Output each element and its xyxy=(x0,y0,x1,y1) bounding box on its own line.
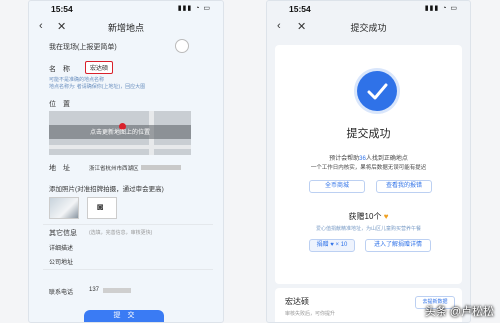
place-name: 宏达硕 xyxy=(285,297,309,306)
status-time: 15:54 xyxy=(51,4,73,14)
status-bar: 15:54 ▮▮▮ ◔ ▭ xyxy=(267,1,470,16)
divider xyxy=(43,224,213,225)
watermark: 头条 @卢松松 xyxy=(424,306,494,318)
signal-icons: ▮▮▮ ◔ ▭ xyxy=(424,5,458,12)
desc-text: 预计会帮助 xyxy=(329,156,360,162)
photo-label: 添加照片(对准招牌拍摄，通过审会更高) xyxy=(49,186,164,193)
desc-text: 人找到正确地点 xyxy=(365,156,408,162)
name-value[interactable]: 宏达硕 xyxy=(85,61,114,74)
add-photo-button[interactable]: ◙ xyxy=(87,197,117,219)
left-phone-screen: 15:54 ▮▮▮ ◔ ▭ ‹ ✕ 新增地点 我在现场(上报更简单) 名 称 宏… xyxy=(28,0,224,323)
location-label: 位 置 xyxy=(49,101,70,108)
other-info-hint: (选填，完善信息，审核更快) xyxy=(89,230,153,236)
hint-line-2: 地点名称为: 者请确保你(上地址)，回应大图 xyxy=(49,84,146,90)
right-phone-screen: 15:54 ▮▮▮ ◔ ▭ ‹ ✕ 提交成功 提交成功 预计会帮助36人找到正确… xyxy=(266,0,471,323)
owner-toggle[interactable] xyxy=(175,39,189,53)
contact-label: 联系电话 xyxy=(49,290,74,296)
other-info-label: 其它信息 xyxy=(49,230,77,237)
reward-note: 爱心值捐献精准地址，为山区儿童购买营养午餐 xyxy=(315,226,421,232)
success-card: 提交成功 预计会帮助36人找到正确地点 一个工作日内核实，果将后数据无误可能有提… xyxy=(275,45,462,284)
contact-value[interactable]: 137 xyxy=(89,287,99,293)
detail-label: 详细描述 xyxy=(49,246,74,252)
map-overlay-text: 点击更新地图上的位置 xyxy=(89,130,150,136)
address-redacted xyxy=(141,165,181,170)
camera-icon: ◙ xyxy=(97,202,104,213)
page-title: 提交成功 xyxy=(350,23,387,33)
result-title: 提交成功 xyxy=(346,128,391,140)
my-reports-button[interactable]: 查看我的报错 xyxy=(376,180,432,193)
desc-line-1: 预计会帮助36人找到正确地点 xyxy=(275,153,462,162)
help-count: 36 xyxy=(359,156,366,162)
location-map[interactable]: 点击更新地图上的位置 xyxy=(49,111,191,155)
contact-redacted xyxy=(103,288,131,293)
owner-label: 我在现场(上报更简单) xyxy=(49,44,117,51)
reward-line: 获赠10个 ♥ xyxy=(275,211,462,222)
photo-thumbnail[interactable] xyxy=(49,197,79,219)
address-value[interactable]: 浙江省杭州市西湖区 xyxy=(89,164,139,172)
donation-detail-button[interactable]: 进入了解捐赠详情 xyxy=(365,239,431,252)
status-time: 15:54 xyxy=(289,4,311,14)
company-label: 公司地址 xyxy=(49,260,74,266)
nav-bar: ‹ ✕ 提交成功 xyxy=(267,17,470,39)
place-subtitle: 审核失败后，可你提升 xyxy=(285,311,336,317)
status-bar: 15:54 ▮▮▮ ◔ ▭ xyxy=(29,1,223,16)
nav-bar: ‹ ✕ 新增地点 xyxy=(29,17,223,39)
signal-icons: ▮▮▮ ◔ ▭ xyxy=(177,5,211,12)
success-check-icon xyxy=(357,71,397,111)
divider xyxy=(43,269,213,270)
desc-line-2: 一个工作日内核实，果将后数据无误可能有提迟 xyxy=(310,165,427,171)
heart-icon: ♥ xyxy=(383,212,389,221)
submit-button[interactable]: 提 交 xyxy=(84,310,164,322)
donation-badge: 捐赠 ♥ × 10 xyxy=(309,239,355,252)
name-label: 名 称 xyxy=(49,66,70,73)
reward-text: 获赠10个 xyxy=(348,212,382,221)
hint-line-1: 可能不是准确的地点名称 xyxy=(49,77,105,83)
coin-mall-button[interactable]: 全币商城 xyxy=(309,180,365,193)
address-label: 地 址 xyxy=(49,165,70,172)
page-title: 新增地点 xyxy=(107,23,144,33)
